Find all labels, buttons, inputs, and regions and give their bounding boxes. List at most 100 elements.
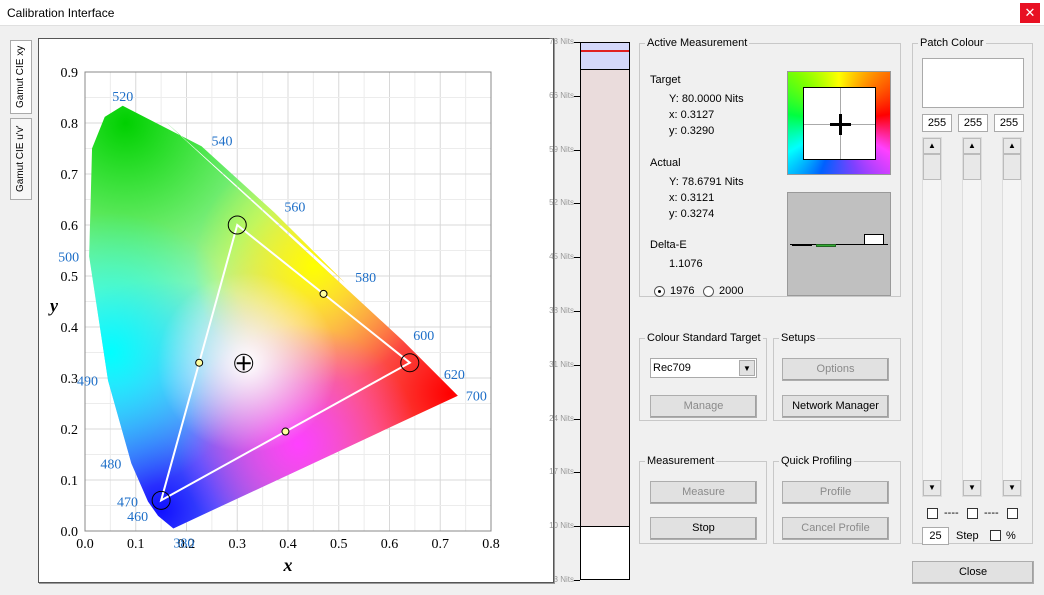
red-value-input[interactable]: 255 [922,114,952,132]
y-tick-label: 0.1 [61,474,79,489]
green-value-input[interactable]: 255 [958,114,988,132]
link-green-checkbox[interactable] [967,508,978,519]
x-tick-label: 0.4 [279,537,297,552]
wavelength-label: 580 [355,271,376,286]
wavelength-label: 520 [112,90,133,105]
group-label: Measurement [647,455,715,467]
scroll-up-icon[interactable]: ▲ [963,138,981,154]
link-red-checkbox[interactable] [927,508,938,519]
close-button[interactable]: Close [912,561,1034,584]
nits-tick-label: 52 Nits [549,198,574,208]
x-tick-label: 0.1 [127,537,145,552]
tab-gamut-cie-uv[interactable]: Gamut CIE u'v' [10,118,32,200]
x-tick-label: 0.0 [76,537,94,552]
patch-colour-swatch [922,58,1024,108]
nits-tick-label: 59 Nits [549,144,574,154]
blue-value-input[interactable]: 255 [994,114,1024,132]
manage-button[interactable]: Manage [650,395,757,418]
wavelength-label: 560 [284,201,305,216]
link-label: ---- [984,507,999,519]
quick-profiling-group: Quick Profiling Profile Cancel Profile [773,455,901,544]
wavelength-label: 460 [127,510,148,525]
wavelength-label: 620 [444,368,465,383]
y-tick-label: 0.0 [61,525,79,540]
nits-tick-label: 66 Nits [549,90,574,100]
scroll-down-icon[interactable]: ▼ [923,480,941,496]
colour-standard-select[interactable]: Rec709 ▼ [650,358,757,378]
wavelength-label: 380 [173,536,194,551]
radio-2000-label: 2000 [719,285,744,297]
nits-tick-label: 17 Nits [549,467,574,477]
chevron-down-icon[interactable]: ▼ [739,360,755,376]
scroll-down-icon[interactable]: ▼ [963,480,981,496]
red-slider[interactable]: ▲ ▼ [922,137,942,497]
target-crosshair-box [803,87,876,160]
selected-value: Rec709 [653,362,691,374]
nits-tick-label: 3 Nits [553,575,574,584]
stop-button[interactable]: Stop [650,517,757,540]
y-tick-label: 0.5 [61,270,79,285]
radio-1976-label: 1976 [670,285,695,297]
x-tick-label: 0.7 [432,537,450,552]
y-tick-label: 0.9 [61,66,79,81]
green-slider[interactable]: ▲ ▼ [962,137,982,497]
y-tick-label: 0.8 [61,117,79,132]
measure-button[interactable]: Measure [650,481,757,504]
scroll-up-icon[interactable]: ▲ [923,138,941,154]
actual-y: y: 0.3274 [669,208,715,220]
colour-standard-group: Colour Standard Target Rec709 ▼ Manage [639,332,767,421]
tab-gamut-cie-xy[interactable]: Gamut CIE xy [10,40,32,114]
group-label: Patch Colour [920,37,984,49]
x-tick-label: 0.3 [229,537,247,552]
active-measurement-group: Active Measurement Target Y: 80.0000 Nit… [639,37,901,297]
link-blue-checkbox[interactable] [1007,508,1018,519]
locus-colour-gW [89,105,458,529]
blue-slider[interactable]: ▲ ▼ [1002,137,1022,497]
scroll-up-icon[interactable]: ▲ [1003,138,1021,154]
percent-checkbox[interactable] [990,530,1001,541]
step-input[interactable]: 25 [922,527,949,545]
secondary-marker [195,358,204,367]
actual-Y: Y: 78.6791 Nits [669,176,744,188]
measurement-group: Measurement Measure Stop [639,455,767,544]
wavelength-label: 500 [58,250,79,265]
radio-2000[interactable] [703,286,714,297]
target-y: y: 0.3290 [669,125,715,137]
y-tick-label: 0.6 [61,219,79,234]
profile-button[interactable]: Profile [782,481,889,504]
group-label: Quick Profiling [781,455,852,467]
error-bar-graph [787,192,891,296]
group-label: Colour Standard Target [647,332,761,344]
nits-tick-label: 24 Nits [549,413,574,423]
y-tick-label: 0.7 [61,168,79,183]
x-tick-label: 0.8 [482,537,500,552]
wavelength-label: 600 [413,329,434,344]
delta-e-label: Delta-E [650,239,687,251]
setups-group: Setups Options Network Manager [773,332,901,421]
luminance-target-line [581,49,629,52]
luminance-bar [580,42,630,580]
nits-tick-label: 45 Nits [549,252,574,262]
slider-thumb[interactable] [963,154,981,180]
nits-tick-mark [574,580,580,581]
radio-1976[interactable] [654,286,665,297]
target-x: x: 0.3127 [669,109,715,121]
secondary-marker [281,427,290,436]
slider-thumb[interactable] [923,154,941,180]
nits-tick-label: 38 Nits [549,306,574,315]
y-tick-label: 0.4 [61,321,79,336]
cie-chart-frame: 0.0 0.1 0.2 0.3 0.4 0.5 0.6 0.7 0.8 0.0 0.1 0.2 0.3 0… [38,38,554,583]
close-icon[interactable]: ✕ [1020,3,1040,23]
actual-label: Actual [650,157,681,169]
luminance-target-band [581,43,629,70]
options-button[interactable]: Options [782,358,889,381]
slider-thumb[interactable] [1003,154,1021,180]
y-tick-label: 0.3 [61,372,79,387]
cancel-profile-button[interactable]: Cancel Profile [782,517,889,540]
x-tick-label: 0.5 [330,537,348,552]
scroll-down-icon[interactable]: ▼ [1003,480,1021,496]
cie-xy-chart: 0.0 0.1 0.2 0.3 0.4 0.5 0.6 0.7 0.80.00.10.20.30… [48,66,500,575]
network-manager-button[interactable]: Network Manager [782,395,889,418]
nits-tick-label: 31 Nits [549,359,574,369]
secondary-marker [319,289,328,298]
